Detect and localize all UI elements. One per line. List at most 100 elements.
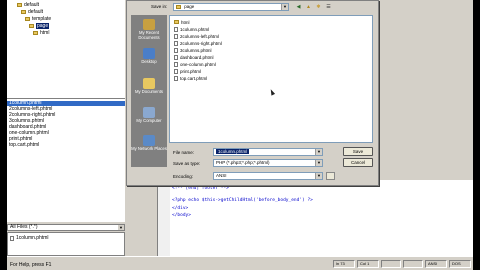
folder-icon: [176, 4, 181, 9]
file-name-input[interactable]: 1column.phtml ▼: [213, 148, 323, 156]
status-col-cell: Col 1: [357, 260, 379, 268]
folder-icon: [174, 20, 179, 24]
code-line: <?php echo $this->getChildHtml('before_b…: [172, 198, 313, 203]
browser-item-label: one-column.phtml: [180, 61, 216, 67]
file-icon: [174, 54, 178, 60]
status-bar: For Help, press F1 ln 73 Col 1 ANSI DOS: [7, 256, 473, 270]
file-icon: [174, 26, 178, 32]
file-filter-value: All Files (*.*): [10, 224, 38, 230]
place-label: Desktop: [141, 59, 157, 64]
browser-file-item[interactable]: dashboard.phtml: [174, 54, 214, 60]
status-cell: [381, 260, 401, 268]
file-list-item[interactable]: top.cart.phtml: [9, 143, 39, 148]
folder-icon: [33, 31, 38, 35]
browser-file-item[interactable]: 2columns-right.phtml: [174, 40, 222, 46]
views-menu-icon[interactable]: ☰: [325, 3, 332, 10]
place-label: My Computer: [136, 118, 162, 123]
chevron-down-icon[interactable]: ▼: [315, 149, 322, 155]
file-icon: [174, 33, 178, 39]
open-file-item[interactable]: 1column.phtml: [10, 235, 49, 241]
save-type-label: Save as type:: [173, 161, 201, 166]
tree-item-label: default: [28, 9, 44, 15]
open-file-label: 1column.phtml: [16, 235, 49, 241]
browser-folder-item[interactable]: html: [174, 19, 190, 25]
browser-file-item[interactable]: 2columns-left.phtml: [174, 33, 219, 39]
browser-item-label: top.cart.phtml: [180, 75, 208, 81]
browser-file-item[interactable]: one-column.phtml: [174, 61, 216, 67]
place-my-computer[interactable]: My Computer: [131, 107, 167, 124]
chevron-down-icon[interactable]: ▼: [118, 225, 124, 230]
place-desktop[interactable]: Desktop: [131, 48, 167, 65]
tree-item-label: template: [32, 16, 52, 22]
browser-item-label: 2columns-left.phtml: [180, 33, 220, 39]
browser-item-label: 1column.phtml: [180, 26, 210, 32]
file-name-label: File name:: [173, 150, 195, 155]
save-in-select[interactable]: page ▼: [173, 3, 289, 11]
chevron-down-icon[interactable]: ▼: [315, 160, 322, 166]
save-as-dialog: Save in: page ▼ ◀ ▲ ✱ ☰ My Recent Docume…: [126, 0, 379, 186]
file-filter-select[interactable]: All Files (*.*) ▼: [7, 224, 125, 231]
file-icon: [174, 75, 178, 81]
folder-open-icon: [29, 24, 34, 28]
status-cell: [403, 260, 423, 268]
place-network-places[interactable]: My Network Places: [131, 135, 167, 152]
cancel-button[interactable]: Cancel: [343, 158, 373, 167]
recent-documents-icon: [143, 19, 155, 30]
encoding-options-button[interactable]: [326, 172, 335, 180]
tree-item[interactable]: default: [21, 9, 43, 15]
code-editor[interactable]: <!-- [end] footer --> <?php echo $this->…: [157, 180, 473, 256]
file-list[interactable]: 1column.phtml 2columns-left.phtml 2colum…: [7, 98, 125, 222]
file-name-value: 1column.phtml: [216, 149, 250, 154]
place-label: My Network Places: [131, 146, 167, 151]
folder-icon: [17, 3, 22, 7]
tree-item-label: default: [24, 2, 40, 8]
folder-icon: [25, 17, 30, 21]
tree-item[interactable]: template: [25, 16, 51, 22]
file-browser-pane[interactable]: html 1column.phtml 2columns-left.phtml 2…: [169, 15, 373, 143]
tree-item-label: html: [40, 30, 50, 36]
save-button[interactable]: Save: [343, 147, 373, 156]
encoding-select[interactable]: ANSI ▼: [213, 172, 323, 180]
browser-item-label: 3columns.phtml: [180, 47, 212, 53]
browser-file-item[interactable]: 1column.phtml: [174, 26, 209, 32]
browser-file-item[interactable]: print.phtml: [174, 68, 201, 74]
save-in-label: Save in:: [151, 4, 168, 9]
desktop-icon: [143, 48, 155, 59]
save-type-value: PHP (*.php3;*.php;*.phtml): [216, 160, 270, 165]
browser-file-item[interactable]: top.cart.phtml: [174, 75, 207, 81]
file-icon: [174, 68, 178, 74]
place-my-documents[interactable]: My Documents: [131, 78, 167, 95]
encoding-label: Encoding:: [173, 174, 194, 179]
up-folder-icon[interactable]: ▲: [305, 3, 312, 10]
folder-tree[interactable]: default default template page html: [7, 0, 125, 98]
place-recent-documents[interactable]: My Recent Documents: [131, 19, 167, 40]
place-label: My Recent Documents: [138, 30, 160, 40]
save-in-value: page: [184, 4, 195, 9]
my-documents-icon: [143, 78, 155, 89]
file-icon: [174, 61, 178, 67]
browser-item-label: print.phtml: [180, 68, 202, 74]
encoding-value: ANSI: [216, 173, 227, 178]
folder-icon: [21, 10, 26, 14]
places-bar: My Recent Documents Desktop My Documents…: [131, 15, 167, 167]
tree-item-label: page: [36, 23, 50, 29]
editor-application: default default template page html 1colu…: [7, 0, 473, 270]
code-line: <!-- [end] footer -->: [172, 186, 229, 191]
chevron-down-icon[interactable]: ▼: [315, 173, 322, 179]
new-folder-icon[interactable]: ✱: [315, 3, 322, 10]
network-places-icon: [143, 135, 155, 146]
tree-item[interactable]: default: [17, 2, 39, 8]
my-computer-icon: [143, 107, 155, 118]
file-icon: [174, 40, 178, 46]
status-help-text: For Help, press F1: [10, 262, 52, 268]
tree-item-selected[interactable]: page: [29, 23, 50, 29]
save-type-select[interactable]: PHP (*.php3;*.php;*.phtml) ▼: [213, 159, 323, 167]
code-line: </body>: [172, 213, 191, 218]
browser-item-label: dashboard.phtml: [180, 54, 214, 60]
open-files-list[interactable]: 1column.phtml: [7, 232, 125, 256]
browser-file-item[interactable]: 3columns.phtml: [174, 47, 212, 53]
tree-item[interactable]: html: [33, 30, 49, 36]
back-icon[interactable]: ◀: [295, 3, 302, 10]
chevron-down-icon[interactable]: ▼: [281, 4, 288, 10]
browser-item-label: html: [181, 19, 190, 25]
